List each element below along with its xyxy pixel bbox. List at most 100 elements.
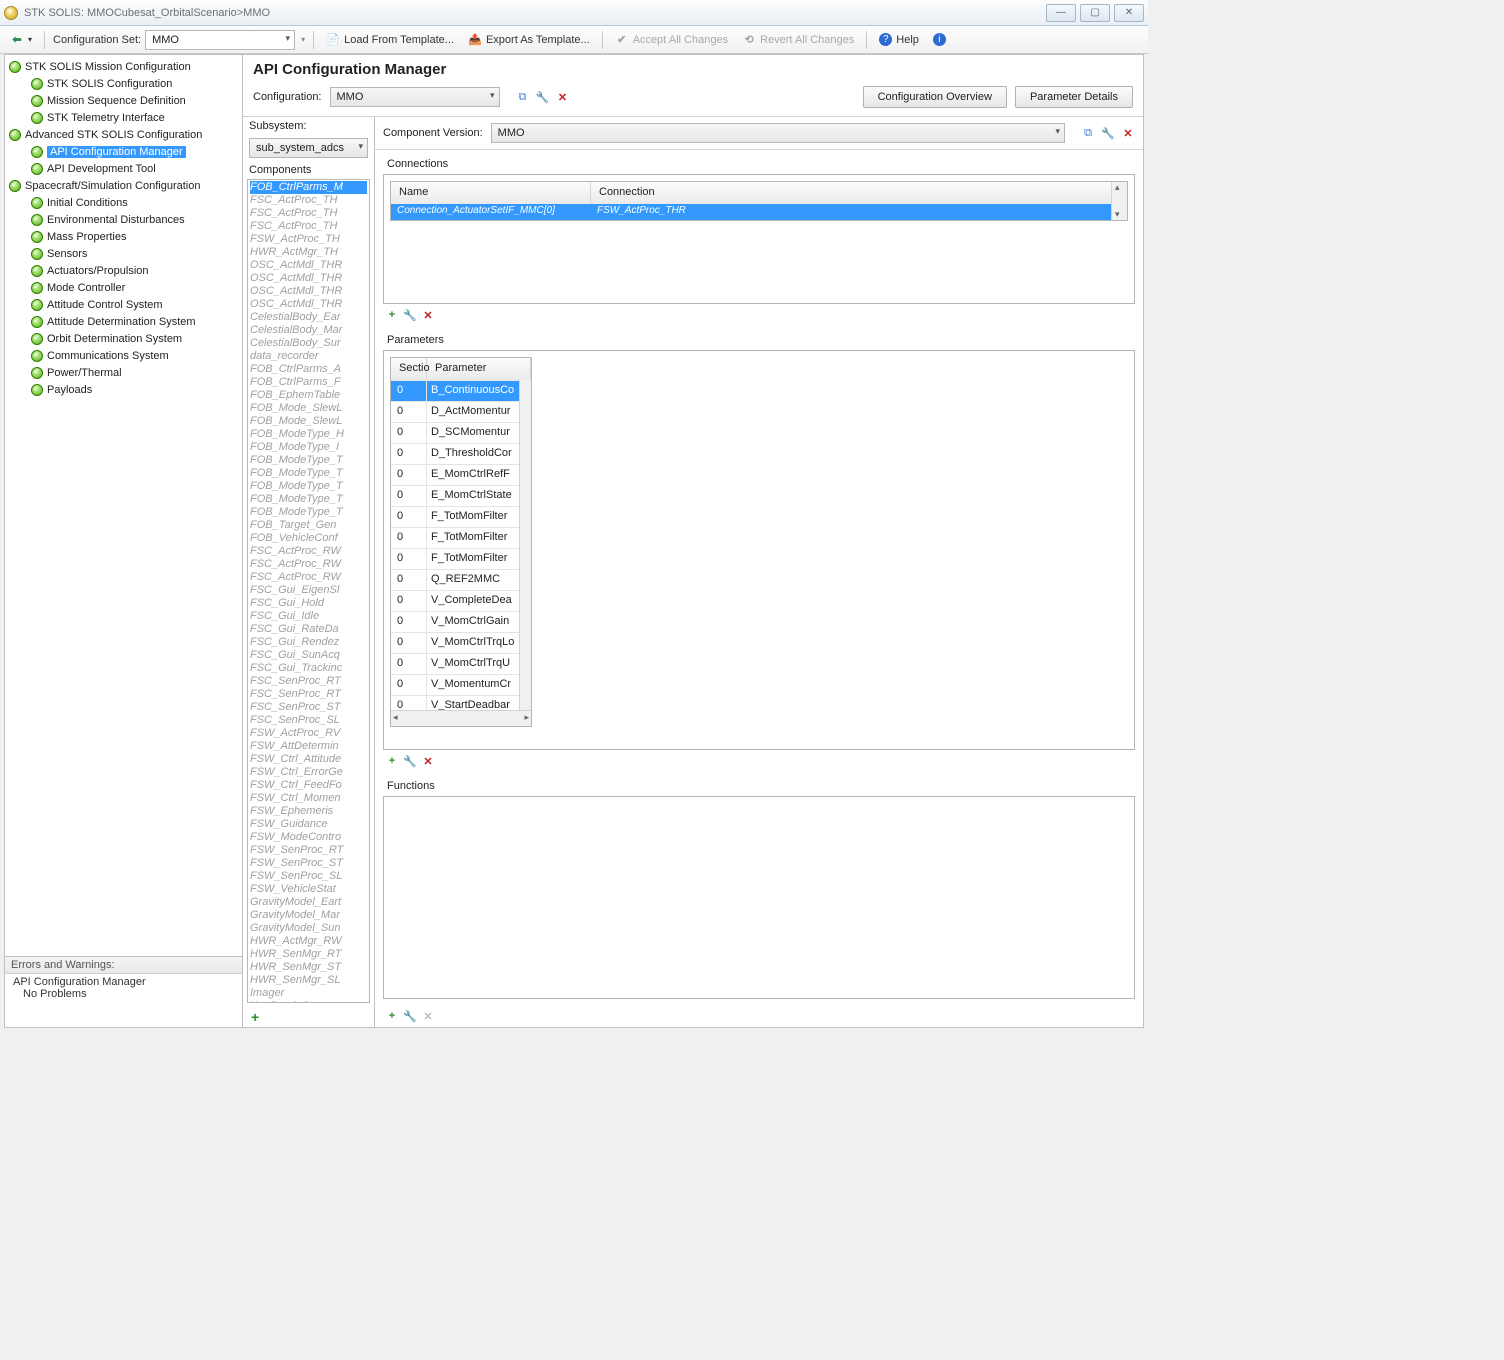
component-item[interactable]: HWR_SenMgr_ST bbox=[250, 961, 367, 974]
subsystem-combo[interactable]: sub_system_adcs bbox=[249, 138, 368, 158]
component-item[interactable]: FOB_ModeType_T bbox=[250, 506, 367, 519]
component-item[interactable]: FSC_SenProc_RT bbox=[250, 688, 367, 701]
component-item[interactable]: FOB_ModeType_H bbox=[250, 428, 367, 441]
tree-item-telemetry[interactable]: STK Telemetry Interface bbox=[7, 109, 240, 126]
tree-item-communications[interactable]: Communications System bbox=[7, 347, 240, 364]
add-icon[interactable]: + bbox=[385, 1009, 399, 1023]
component-item[interactable]: FSC_Gui_Rendez bbox=[250, 636, 367, 649]
edit-icon[interactable]: 🔧 bbox=[403, 754, 417, 768]
delete-icon[interactable]: ✕ bbox=[556, 90, 570, 104]
functions-box[interactable] bbox=[383, 796, 1135, 999]
component-item[interactable]: FSC_Gui_Hold bbox=[250, 597, 367, 610]
configuration-combo[interactable]: MMO bbox=[330, 87, 500, 107]
component-item[interactable]: FSC_ActProc_RW bbox=[250, 545, 367, 558]
parameter-row[interactable]: 0V_MomCtrlTrqU bbox=[391, 653, 531, 674]
component-item[interactable]: CelestialBody_Sur bbox=[250, 337, 367, 350]
component-item[interactable]: OSC_ActMdl_THR bbox=[250, 298, 367, 311]
component-item[interactable]: FOB_Target_Gen bbox=[250, 519, 367, 532]
tree-group-mission[interactable]: STK SOLIS Mission Configuration bbox=[7, 58, 240, 75]
parameter-row[interactable]: 0D_ThresholdCor bbox=[391, 443, 531, 464]
component-item[interactable]: FSC_ActProc_RW bbox=[250, 571, 367, 584]
component-item[interactable]: FOB_ModeType_I bbox=[250, 441, 367, 454]
tree-item-initial-conditions[interactable]: Initial Conditions bbox=[7, 194, 240, 211]
parameter-row[interactable]: 0F_TotMomFilter bbox=[391, 548, 531, 569]
tree-item-actuators[interactable]: Actuators/Propulsion bbox=[7, 262, 240, 279]
scrollbar-vertical[interactable] bbox=[519, 380, 531, 710]
parameter-details-button[interactable]: Parameter Details bbox=[1015, 86, 1133, 108]
parameters-col-parameter[interactable]: Parameter bbox=[427, 358, 531, 380]
tree-item-api-dev-tool[interactable]: API Development Tool bbox=[7, 160, 240, 177]
help-button[interactable]: ? Help bbox=[875, 31, 923, 48]
component-item[interactable]: CelestialBody_Mar bbox=[250, 324, 367, 337]
component-item[interactable]: GravityModel_Sun bbox=[250, 922, 367, 935]
parameter-row[interactable]: 0D_ActMomentur bbox=[391, 401, 531, 422]
revert-all-changes-button[interactable]: ⟲ Revert All Changes bbox=[738, 31, 858, 49]
delete-icon[interactable]: ✕ bbox=[1121, 126, 1135, 140]
tree-item-orbit-determination[interactable]: Orbit Determination System bbox=[7, 330, 240, 347]
export-as-template-button[interactable]: 📤 Export As Template... bbox=[464, 31, 594, 49]
tree-item-mission-sequence[interactable]: Mission Sequence Definition bbox=[7, 92, 240, 109]
config-set-combo[interactable]: MMO bbox=[145, 30, 295, 50]
close-button[interactable]: ✕ bbox=[1114, 4, 1144, 22]
component-item[interactable]: FSC_Gui_Idle bbox=[250, 610, 367, 623]
delete-icon[interactable]: ✕ bbox=[421, 754, 435, 768]
tree-item-sensors[interactable]: Sensors bbox=[7, 245, 240, 262]
scrollbar-horizontal[interactable] bbox=[391, 710, 531, 726]
tree-item-solis-config[interactable]: STK SOLIS Configuration bbox=[7, 75, 240, 92]
component-item[interactable]: FOB_CtrlParms_M bbox=[250, 181, 367, 194]
settings-icon[interactable]: 🔧 bbox=[1101, 126, 1115, 140]
component-item[interactable]: HWR_ActMgr_TH bbox=[250, 246, 367, 259]
component-item[interactable]: FSW_AttDetermin bbox=[250, 740, 367, 753]
parameter-row[interactable]: 0F_TotMomFilter bbox=[391, 506, 531, 527]
delete-icon[interactable]: ✕ bbox=[421, 308, 435, 322]
component-item[interactable]: FOB_VehicleConf bbox=[250, 532, 367, 545]
component-item[interactable]: FSW_Ctrl_ErrorGe bbox=[250, 766, 367, 779]
parameters-table[interactable]: Sectio Parameter 0B_ContinuousCo0D_ActMo… bbox=[390, 357, 532, 727]
component-item[interactable]: data_recorder bbox=[250, 350, 367, 363]
parameter-row[interactable]: 0E_MomCtrlState bbox=[391, 485, 531, 506]
component-item[interactable]: FSW_Guidance bbox=[250, 818, 367, 831]
component-item[interactable]: FSW_Ctrl_Attitude bbox=[250, 753, 367, 766]
component-item[interactable]: FSW_SenProc_RT bbox=[250, 844, 367, 857]
tree-group-advanced[interactable]: Advanced STK SOLIS Configuration bbox=[7, 126, 240, 143]
parameter-row[interactable]: 0F_TotMomFilter bbox=[391, 527, 531, 548]
components-list[interactable]: FOB_CtrlParms_MFSC_ActProc_TH FSC_ActProc… bbox=[247, 179, 370, 1003]
component-item[interactable]: HWR_ActMgr_RW bbox=[250, 935, 367, 948]
component-item[interactable]: FSW_ActProc_TH bbox=[250, 233, 367, 246]
load-from-template-button[interactable]: 📄 Load From Template... bbox=[322, 31, 458, 49]
component-item[interactable]: FSC_ActProc_RW bbox=[250, 558, 367, 571]
minimize-button[interactable]: — bbox=[1046, 4, 1076, 22]
tree-item-api-config-mgr[interactable]: API Configuration Manager bbox=[7, 143, 240, 160]
parameter-row[interactable]: 0D_SCMomentur bbox=[391, 422, 531, 443]
component-item[interactable]: FOB_ModeType_T bbox=[250, 454, 367, 467]
copy-icon[interactable]: ⧉ bbox=[516, 90, 530, 104]
component-item[interactable]: Ka_Band_Comm bbox=[250, 1000, 367, 1002]
component-item[interactable]: FOB_EphemTable bbox=[250, 389, 367, 402]
parameter-row[interactable]: 0E_MomCtrlRefF bbox=[391, 464, 531, 485]
component-item[interactable]: FSW_VehicleStat bbox=[250, 883, 367, 896]
component-item[interactable]: FOB_CtrlParms_F bbox=[250, 376, 367, 389]
configuration-overview-button[interactable]: Configuration Overview bbox=[863, 86, 1007, 108]
nav-back-button[interactable]: ⬅▾ bbox=[6, 31, 36, 49]
component-item[interactable]: FOB_Mode_SlewL bbox=[250, 415, 367, 428]
component-item[interactable]: FSW_Ephemeris bbox=[250, 805, 367, 818]
connections-table[interactable]: Name Connection Connection_ActuatorSetIF… bbox=[390, 181, 1128, 221]
component-item[interactable]: HWR_SenMgr_RT bbox=[250, 948, 367, 961]
nav-tree[interactable]: STK SOLIS Mission Configuration STK SOLI… bbox=[5, 55, 242, 957]
component-item[interactable]: FOB_Mode_SlewL bbox=[250, 402, 367, 415]
component-item[interactable]: FOB_ModeType_T bbox=[250, 467, 367, 480]
parameter-row[interactable]: 0V_CompleteDea bbox=[391, 590, 531, 611]
tree-item-mode-controller[interactable]: Mode Controller bbox=[7, 279, 240, 296]
tree-item-attitude-control[interactable]: Attitude Control System bbox=[7, 296, 240, 313]
tree-item-attitude-determination[interactable]: Attitude Determination System bbox=[7, 313, 240, 330]
maximize-button[interactable]: ▢ bbox=[1080, 4, 1110, 22]
parameter-row[interactable]: 0B_ContinuousCo bbox=[391, 380, 531, 401]
settings-icon[interactable]: 🔧 bbox=[536, 90, 550, 104]
component-item[interactable]: Imager bbox=[250, 987, 367, 1000]
component-item[interactable]: HWR_SenMgr_SL bbox=[250, 974, 367, 987]
tree-item-payloads[interactable]: Payloads bbox=[7, 381, 240, 398]
component-item[interactable]: FSC_ActProc_TH bbox=[250, 194, 367, 207]
parameter-row[interactable]: 0V_MomCtrlTrqLo bbox=[391, 632, 531, 653]
info-button[interactable]: i bbox=[929, 31, 950, 48]
component-item[interactable]: OSC_ActMdl_THR bbox=[250, 259, 367, 272]
